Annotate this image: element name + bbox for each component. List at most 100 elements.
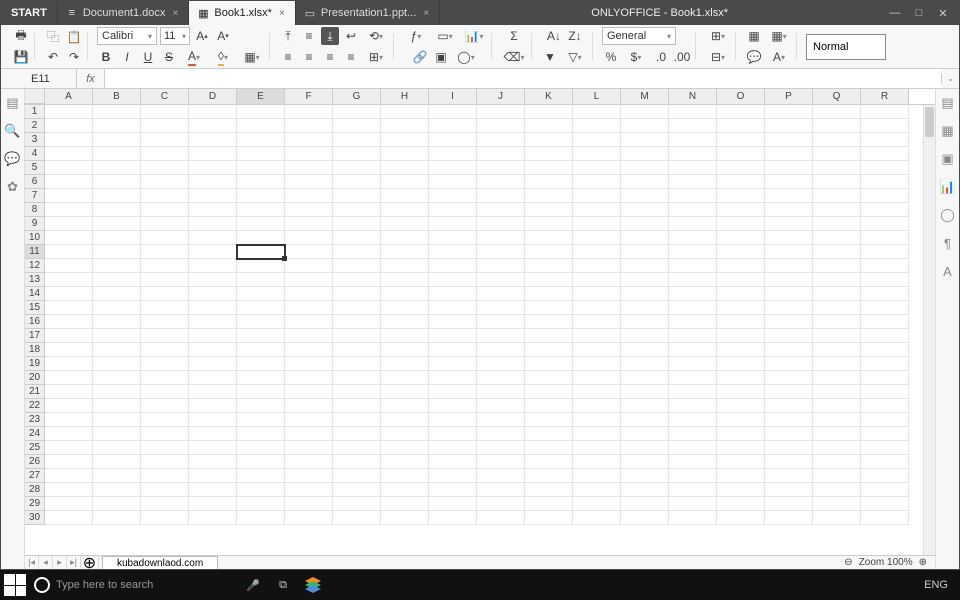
cell[interactable] [45, 301, 93, 315]
wrap-text-button[interactable]: ↩ [342, 27, 360, 45]
cell[interactable] [141, 357, 189, 371]
cell[interactable] [381, 273, 429, 287]
cell[interactable] [429, 357, 477, 371]
cell[interactable] [621, 511, 669, 525]
cell[interactable] [45, 245, 93, 259]
cell[interactable] [141, 105, 189, 119]
cell[interactable] [333, 343, 381, 357]
cell[interactable] [477, 497, 525, 511]
cell[interactable] [45, 259, 93, 273]
row-header[interactable]: 24 [25, 427, 45, 441]
cell[interactable] [813, 259, 861, 273]
cell[interactable] [573, 385, 621, 399]
cell[interactable] [765, 357, 813, 371]
cell[interactable] [381, 175, 429, 189]
cell[interactable] [573, 357, 621, 371]
cell[interactable] [717, 413, 765, 427]
cell[interactable] [573, 175, 621, 189]
cell[interactable] [189, 357, 237, 371]
cell[interactable] [141, 427, 189, 441]
cell[interactable] [861, 147, 909, 161]
cell[interactable] [477, 399, 525, 413]
cell[interactable] [669, 469, 717, 483]
row-header[interactable]: 10 [25, 231, 45, 245]
cell[interactable] [813, 133, 861, 147]
cell[interactable] [93, 343, 141, 357]
cell[interactable] [861, 133, 909, 147]
bold-button[interactable]: B [97, 48, 115, 66]
cell[interactable] [621, 203, 669, 217]
cell[interactable] [93, 287, 141, 301]
cell[interactable] [669, 203, 717, 217]
cell[interactable] [381, 441, 429, 455]
cell[interactable] [93, 441, 141, 455]
cell[interactable] [525, 189, 573, 203]
cell[interactable] [93, 483, 141, 497]
delete-cells-button[interactable]: ⊟▾ [705, 48, 731, 66]
cell[interactable] [45, 287, 93, 301]
cell[interactable] [141, 301, 189, 315]
cell[interactable] [333, 441, 381, 455]
cell[interactable] [477, 301, 525, 315]
task-view-button[interactable]: ⧉ [272, 574, 294, 596]
sheet-nav-first[interactable]: |◂ [25, 556, 39, 569]
cell[interactable] [45, 105, 93, 119]
cell[interactable] [333, 119, 381, 133]
cell[interactable] [525, 399, 573, 413]
cell[interactable] [477, 427, 525, 441]
cell[interactable] [477, 161, 525, 175]
cell[interactable] [669, 147, 717, 161]
cell[interactable] [285, 231, 333, 245]
cell[interactable] [621, 231, 669, 245]
cell[interactable] [477, 273, 525, 287]
underline-button[interactable]: U [139, 48, 157, 66]
image-settings-icon[interactable]: ▣ [940, 151, 956, 167]
cell[interactable] [621, 259, 669, 273]
windows-start-button[interactable] [4, 574, 26, 596]
align-top-button[interactable]: ⤒ [279, 27, 297, 45]
chart-settings-icon[interactable]: 📊 [940, 179, 956, 195]
sheet-nav-last[interactable]: ▸| [67, 556, 81, 569]
cell[interactable] [141, 371, 189, 385]
cell[interactable] [573, 231, 621, 245]
cell[interactable] [45, 399, 93, 413]
cell[interactable] [861, 483, 909, 497]
cell[interactable] [285, 301, 333, 315]
cell[interactable] [717, 287, 765, 301]
cell[interactable] [813, 329, 861, 343]
cell[interactable] [621, 287, 669, 301]
cell[interactable] [525, 329, 573, 343]
cell[interactable] [237, 455, 285, 469]
cell[interactable] [429, 217, 477, 231]
decrease-decimal-button[interactable]: .0 [652, 48, 670, 66]
cell[interactable] [573, 245, 621, 259]
column-header[interactable]: D [189, 89, 237, 104]
cell[interactable] [813, 245, 861, 259]
cell[interactable] [525, 301, 573, 315]
cell[interactable] [621, 343, 669, 357]
cell[interactable] [285, 287, 333, 301]
scrollbar-thumb[interactable] [925, 107, 934, 137]
cell[interactable] [237, 105, 285, 119]
cell[interactable] [141, 133, 189, 147]
row-header[interactable]: 25 [25, 441, 45, 455]
cell[interactable] [429, 231, 477, 245]
cell[interactable] [333, 315, 381, 329]
cell[interactable] [429, 427, 477, 441]
cell[interactable] [141, 273, 189, 287]
cell[interactable] [285, 273, 333, 287]
cell[interactable] [381, 161, 429, 175]
row-header[interactable]: 2 [25, 119, 45, 133]
sheet-nav-next[interactable]: ▸ [53, 556, 67, 569]
column-header[interactable]: F [285, 89, 333, 104]
cell[interactable] [525, 203, 573, 217]
cell[interactable] [285, 329, 333, 343]
cell[interactable] [141, 413, 189, 427]
cell[interactable] [813, 105, 861, 119]
select-all-corner[interactable] [25, 89, 45, 104]
cell[interactable] [333, 245, 381, 259]
cell[interactable] [717, 175, 765, 189]
cell[interactable] [189, 147, 237, 161]
cell[interactable] [669, 217, 717, 231]
cell[interactable] [573, 455, 621, 469]
